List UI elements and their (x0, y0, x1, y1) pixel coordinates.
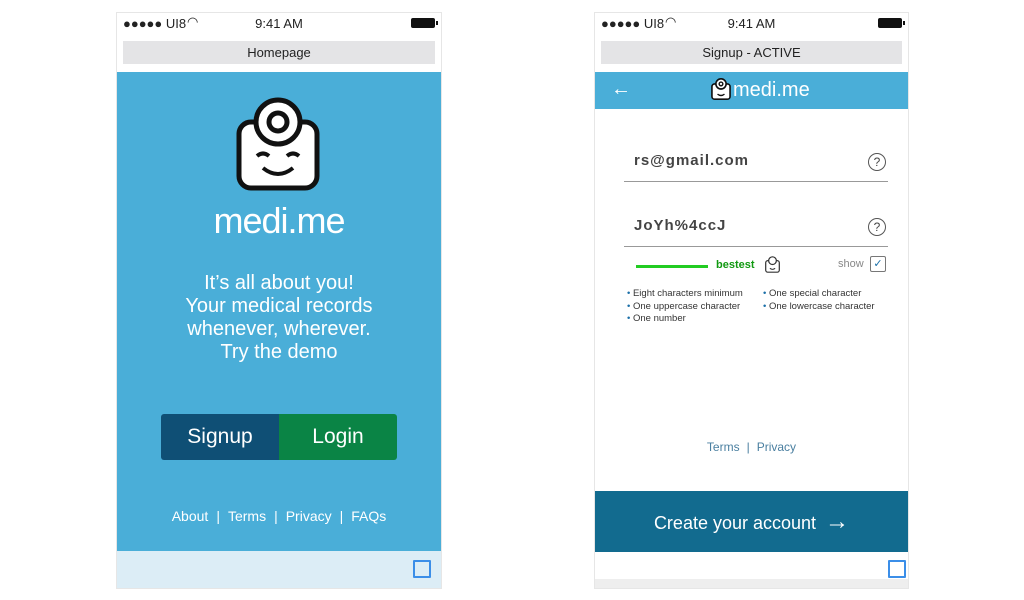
auth-buttons: Signup Login (161, 414, 397, 460)
help-icon[interactable]: ? (868, 153, 886, 171)
bottom-bar (117, 551, 441, 588)
tagline-line[interactable]: Try the demo (117, 341, 441, 364)
show-password-checkbox[interactable]: ✓ (870, 256, 886, 272)
privacy-link[interactable]: Privacy (757, 440, 796, 454)
divider: | (274, 508, 278, 524)
faqs-link[interactable]: FAQs (351, 508, 386, 524)
edit-icon[interactable] (413, 560, 431, 578)
requirement: One special character (768, 288, 862, 299)
homepage-screen: ●●●●● UI8 ◠ 9:41 AM Homepage medi.me It’… (116, 12, 442, 589)
requirement: One lowercase character (768, 300, 875, 312)
tagline-line: Your medical records (185, 295, 373, 317)
password-value[interactable]: JoYh%4ccJ (634, 217, 726, 234)
email-value[interactable]: rs@gmail.com (634, 152, 749, 169)
footer-links: Terms | Privacy (595, 440, 908, 454)
bottom-bar (595, 579, 908, 588)
email-field[interactable]: rs@gmail.com ? (624, 146, 888, 182)
create-account-button[interactable]: Create your account → (595, 491, 908, 552)
strength-bar (636, 265, 708, 268)
requirement: One uppercase character (632, 300, 741, 312)
signup-button[interactable]: Signup (161, 414, 279, 460)
status-bar: ●●●●● UI8 ◠ 9:41 AM (117, 13, 441, 37)
medi-logo-icon (236, 97, 320, 191)
brand-name: medi.me (733, 79, 810, 101)
brand-name: medi.me (213, 200, 345, 241)
battery-icon (878, 18, 905, 28)
footer-links: About | Terms | Privacy | FAQs (117, 508, 441, 524)
clock: 9:41 AM (727, 16, 776, 31)
help-icon[interactable]: ? (868, 218, 886, 236)
divider: | (216, 508, 220, 524)
edit-icon[interactable] (888, 560, 906, 578)
terms-link[interactable]: Terms (228, 508, 266, 524)
screen-title: Homepage (123, 41, 435, 64)
tagline: It’s all about you! Your medical records… (117, 272, 441, 364)
privacy-link[interactable]: Privacy (286, 508, 332, 524)
divider: | (339, 508, 344, 524)
password-field[interactable]: JoYh%4ccJ ? (624, 211, 888, 247)
back-arrow-icon[interactable]: ← (611, 78, 631, 101)
medi-logo-icon (711, 77, 731, 101)
login-button[interactable]: Login (279, 414, 397, 460)
requirement: One number (632, 313, 686, 324)
terms-link[interactable]: Terms (707, 440, 740, 454)
medi-logo-icon (765, 256, 780, 273)
arrow-right-icon: → (825, 508, 850, 535)
status-bar: ●●●●● UI8 ◠ 9:41 AM (595, 13, 908, 37)
hero-panel: medi.me It’s all about you! Your medical… (117, 72, 441, 551)
tagline-line: whenever, wherever. (187, 318, 371, 340)
tagline-line: It’s all about you! (204, 272, 354, 294)
strength-label: bestest (716, 259, 755, 271)
about-link[interactable]: About (172, 508, 209, 524)
create-account-label: Create your account (653, 513, 817, 533)
app-header: ← medi.me (595, 72, 908, 109)
divider: | (746, 440, 750, 454)
signup-screen: ●●●●● UI8 ◠ 9:41 AM Signup - ACTIVE ← me… (594, 12, 909, 589)
show-label: show (838, 258, 864, 270)
battery-icon (411, 18, 438, 28)
requirement: Eight characters minimum (632, 288, 743, 299)
screen-title: Signup - ACTIVE (601, 41, 902, 64)
clock: 9:41 AM (255, 16, 303, 31)
